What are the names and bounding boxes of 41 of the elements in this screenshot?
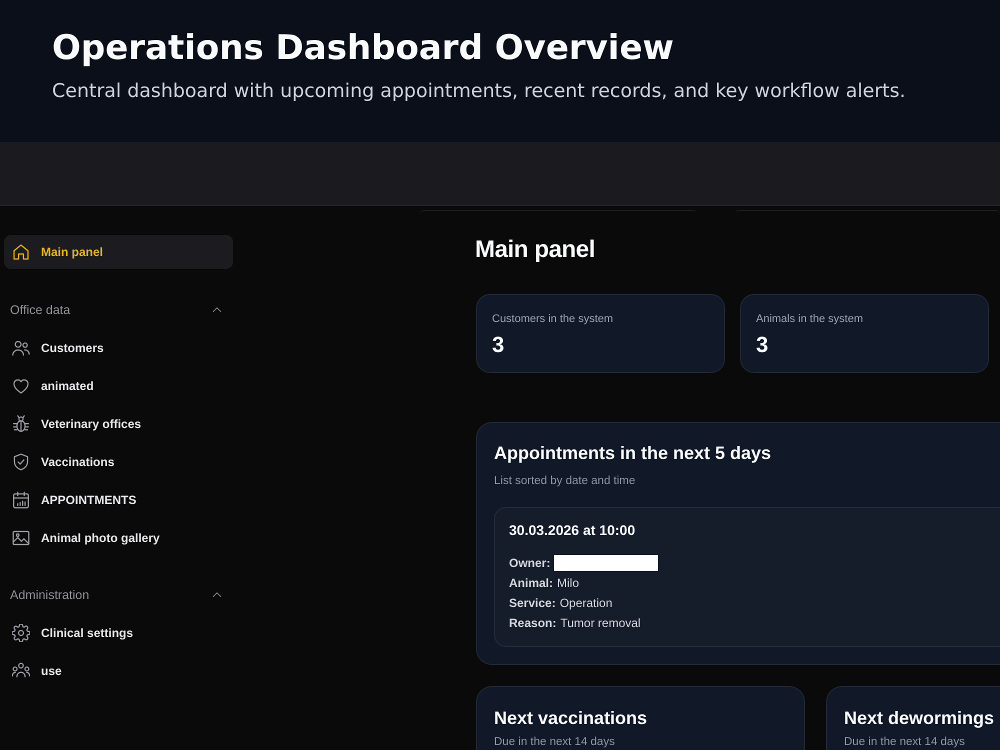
user-group-icon xyxy=(12,662,30,680)
field-label: Service: xyxy=(509,596,556,610)
card-subtitle: Due in the next 14 days xyxy=(844,735,965,749)
nav-item[interactable]: Animal photo gallery xyxy=(4,519,233,557)
nav-item[interactable]: use xyxy=(4,652,233,690)
field-label: Animal: xyxy=(509,576,554,590)
shield-check-icon xyxy=(12,453,30,471)
stat-label: Animals in the system xyxy=(756,312,864,326)
section-header[interactable]: Office data xyxy=(4,297,233,323)
stat-value: 3 xyxy=(756,332,770,358)
field-value: Milo xyxy=(557,576,580,590)
field-value: Tumor removal xyxy=(560,616,641,630)
nav-item[interactable]: Vaccinations xyxy=(4,443,233,481)
calendar-icon xyxy=(12,491,30,509)
card-title: Appointments in the next 5 days xyxy=(494,442,772,464)
bug-icon xyxy=(12,415,30,433)
nav-item[interactable]: Veterinary offices xyxy=(4,405,233,443)
field-label: Reason: xyxy=(509,616,556,630)
card-subtitle: List sorted by date and time xyxy=(494,474,636,488)
page-subtitle: Central dashboard with upcoming appointments, recent records, and key workflow alerts. xyxy=(52,79,906,103)
stat-label: Customers in the system xyxy=(492,312,614,326)
stat-value: 3 xyxy=(492,332,506,358)
nav-item[interactable]: Customers xyxy=(4,329,233,367)
nav-item[interactable]: Clinical settings xyxy=(4,614,233,652)
appointment-datetime: 30.03.2026 at 10:00 xyxy=(509,521,636,539)
heart-icon xyxy=(12,377,30,395)
settings-icon xyxy=(12,624,30,642)
card-title: Next dewormings xyxy=(844,707,994,729)
nav-item[interactable]: animated xyxy=(4,367,233,405)
image-icon xyxy=(12,529,30,547)
card-title: Next vaccinations xyxy=(494,707,648,729)
nav-item[interactable]: Main panel xyxy=(4,235,233,269)
field-value: Operation xyxy=(560,596,612,610)
page-title: Operations Dashboard Overview xyxy=(52,28,674,68)
nav-item[interactable]: APPOINTMENTS xyxy=(4,481,233,519)
field-label: Owner: xyxy=(509,556,550,570)
section-header[interactable]: Administration xyxy=(4,582,233,608)
card-subtitle: Due in the next 14 days xyxy=(494,735,615,749)
panel-title: Main panel xyxy=(475,235,596,265)
users-icon xyxy=(12,339,30,357)
home-icon xyxy=(12,243,30,261)
